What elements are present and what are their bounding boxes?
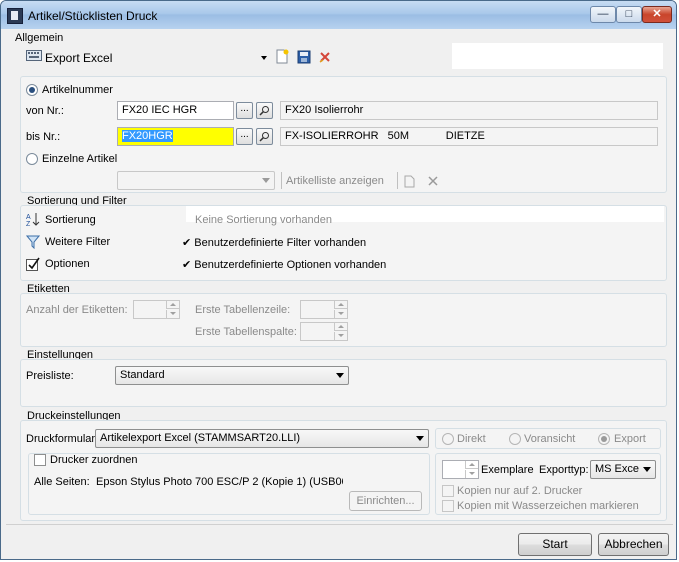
- wasserzeichen-checkbox: [442, 500, 454, 512]
- anzahl-etiketten-label: Anzahl der Etiketten:: [26, 304, 128, 316]
- direkt-label: Direkt: [457, 433, 486, 445]
- artikel-list-combo: [117, 171, 275, 190]
- erste-tabellenzeile-spinner: [300, 300, 348, 319]
- new-item-icon: [404, 175, 415, 188]
- sort-az-icon: A Z: [26, 213, 40, 227]
- exemplare-spinner[interactable]: [442, 460, 479, 479]
- anzahl-etiketten-spinner: [133, 300, 180, 319]
- optionen-label: Optionen: [45, 258, 90, 270]
- druckformular-value: Artikelexport Excel (STAMMSART20.LLI): [100, 432, 301, 444]
- remove-icon: [428, 176, 438, 186]
- voransicht-radio[interactable]: [509, 433, 521, 445]
- sortierung-button[interactable]: A Z Sortierung: [26, 212, 136, 228]
- close-button[interactable]: ✕: [642, 6, 672, 23]
- preisliste-select[interactable]: Standard: [115, 366, 349, 385]
- profile-combo[interactable]: Export Excel: [6, 44, 446, 66]
- chevron-down-icon: [643, 467, 651, 472]
- sortierung-status: Keine Sortierung vorhanden: [195, 214, 332, 226]
- checkbox-options-icon: [26, 257, 40, 271]
- svg-text:Z: Z: [26, 221, 31, 227]
- minimize-button[interactable]: —: [590, 6, 616, 23]
- delete-icon[interactable]: [319, 51, 331, 63]
- alle-seiten-printer: Epson Stylus Photo 700 ESC/P 2 (Kopie 1)…: [96, 476, 343, 488]
- optionen-status: ✔ Benutzerdefinierte Optionen vorhanden: [182, 259, 387, 271]
- alle-seiten-label: Alle Seiten:: [34, 476, 90, 488]
- footer-divider: [6, 524, 673, 525]
- save-icon[interactable]: [297, 50, 311, 64]
- maximize-button[interactable]: □: [616, 6, 642, 23]
- optionen-button[interactable]: Optionen: [26, 256, 136, 272]
- dialog-client: Allgemein Export Excel Artikelnummer von…: [6, 29, 673, 557]
- chevron-down-icon: [261, 56, 267, 60]
- drucker-zuordnen-label: Drucker zuordnen: [50, 454, 138, 466]
- exemplare-label: Exemplare: [481, 464, 534, 476]
- chevron-down-icon: [336, 373, 344, 378]
- exporttyp-value: MS Exce: [595, 463, 640, 475]
- chevron-down-icon: [416, 436, 424, 441]
- erste-tabellenspalte-label: Erste Tabellenspalte:: [195, 326, 297, 338]
- export-radio[interactable]: [598, 433, 610, 445]
- dialog-window: Artikel/Stücklisten Druck — □ ✕ Allgemei…: [0, 0, 677, 560]
- von-browse-button[interactable]: ...: [236, 102, 253, 119]
- app-icon: [7, 8, 23, 24]
- header-blank-area: [452, 43, 663, 69]
- allgemein-label: Allgemein: [15, 32, 64, 44]
- exporttyp-select[interactable]: MS Exce: [590, 460, 656, 479]
- chevron-down-icon: [262, 178, 270, 183]
- weitere-filter-button[interactable]: Weitere Filter: [26, 234, 136, 250]
- artikelnummer-label: Artikelnummer: [42, 84, 113, 96]
- separator: [281, 172, 282, 189]
- drucker-zuordnen-checkbox[interactable]: [34, 454, 46, 466]
- separator: [397, 172, 398, 189]
- direkt-radio[interactable]: [442, 433, 454, 445]
- start-button[interactable]: Start: [518, 533, 592, 556]
- preisliste-value: Standard: [120, 369, 165, 381]
- title-bar[interactable]: Artikel/Stücklisten Druck — □ ✕: [1, 1, 676, 29]
- von-label: von Nr.:: [26, 105, 64, 117]
- bis-browse-button[interactable]: ...: [236, 128, 253, 145]
- filter-status: ✔ Benutzerdefinierte Filter vorhanden: [182, 237, 367, 249]
- bis-nr-input[interactable]: FX20HGR: [117, 127, 234, 146]
- bis-search-button[interactable]: [256, 128, 273, 145]
- artikelliste-anzeigen-button: Artikelliste anzeigen: [286, 175, 384, 187]
- export-label: Export: [614, 433, 646, 445]
- exporttyp-label: Exporttyp:: [539, 464, 589, 476]
- einzelne-artikel-label: Einzelne Artikel: [42, 153, 118, 165]
- von-nr-input[interactable]: FX20 IEC HGR: [117, 101, 234, 120]
- kopien-zweiter-drucker-label: Kopien nur auf 2. Drucker: [457, 485, 583, 497]
- erste-tabellenspalte-spinner: [300, 322, 348, 341]
- search-icon: [259, 132, 269, 142]
- bis-nr-selected-text: FX20HGR: [122, 130, 173, 142]
- sortierung-label: Sortierung: [45, 214, 96, 226]
- artikelnummer-radio[interactable]: [26, 84, 38, 96]
- svg-text:A: A: [26, 214, 31, 221]
- einzelne-artikel-radio[interactable]: [26, 153, 38, 165]
- weitere-filter-label: Weitere Filter: [45, 236, 111, 248]
- window-title: Artikel/Stücklisten Druck: [28, 9, 158, 23]
- preisliste-label: Preisliste:: [26, 370, 74, 382]
- von-search-button[interactable]: [256, 102, 273, 119]
- profile-name: Export Excel: [45, 51, 113, 65]
- search-icon: [259, 106, 269, 116]
- druckformular-label: Druckformular:: [26, 433, 99, 445]
- bis-description: FX-ISOLIERROHR 50M DIETZE: [280, 127, 658, 146]
- new-document-icon[interactable]: [275, 49, 289, 64]
- erste-tabellenzeile-label: Erste Tabellenzeile:: [195, 304, 291, 316]
- wasserzeichen-label: Kopien mit Wasserzeichen markieren: [457, 500, 639, 512]
- einrichten-button: Einrichten...: [349, 491, 422, 511]
- druckformular-select[interactable]: Artikelexport Excel (STAMMSART20.LLI): [95, 429, 429, 448]
- filter-icon: [26, 235, 40, 249]
- bis-label: bis Nr.:: [26, 131, 61, 143]
- von-description: FX20 Isolierrohr: [280, 101, 658, 120]
- abbrechen-button[interactable]: Abbrechen: [598, 533, 669, 556]
- kopien-zweiter-drucker-checkbox: [442, 485, 454, 497]
- keyboard-icon: [26, 50, 42, 61]
- voransicht-label: Voransicht: [524, 433, 576, 445]
